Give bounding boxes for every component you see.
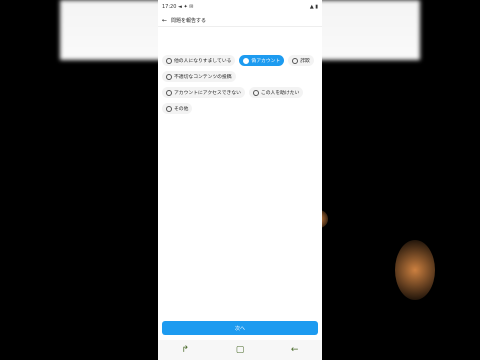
report-option[interactable]: 偽アカウント [239, 55, 285, 66]
home-icon[interactable]: ▢ [228, 345, 252, 355]
status-bar: 17:20 ◄ ✦ ✉ ▲ ▮ [158, 0, 322, 14]
report-option-label: 他の人になりすましている [174, 59, 232, 64]
report-option-label: この人を助けたい [260, 91, 300, 96]
radio-icon [166, 105, 172, 112]
radio-icon [166, 57, 172, 64]
radio-icon [292, 57, 299, 64]
report-option-label: 詐欺 [300, 59, 310, 64]
report-option-label: 不適切なコンテンツの投稿 [174, 75, 232, 80]
report-option[interactable]: アカウントにアクセスできない [162, 87, 245, 98]
radio-icon [252, 89, 259, 96]
back-arrow-icon[interactable]: ← [162, 17, 167, 24]
report-option[interactable]: その他 [162, 103, 193, 114]
notification-icon: ◄ ✦ ✉ [178, 4, 194, 10]
radio-icon [166, 73, 172, 80]
page-header: ← 問題を報告する [158, 14, 322, 27]
radio-icon [243, 57, 250, 64]
page-title: 問題を報告する [171, 17, 207, 24]
report-options: 他の人になりすましている 偽アカウント 詐欺不適切なコンテンツの投稿アカウントにアク… [158, 53, 322, 116]
back-icon[interactable]: ← [283, 345, 307, 355]
clock-text: 17:20 [162, 4, 177, 10]
report-option[interactable]: 他の人になりすましている [162, 55, 236, 66]
description-text [158, 27, 322, 53]
android-nav-bar: ↱ ▢ ← [158, 340, 322, 360]
report-option[interactable]: 不適切なコンテンツの投稿 [162, 71, 236, 82]
next-button[interactable]: 次へ [162, 321, 318, 335]
report-option[interactable]: この人を助けたい [248, 87, 304, 98]
status-time: 17:20 ◄ ✦ ✉ [162, 4, 193, 10]
report-option-label: その他 [174, 107, 189, 112]
report-option[interactable]: 詐欺 [288, 55, 314, 66]
report-option-label: 偽アカウント [251, 59, 281, 64]
report-option-label: アカウントにアクセスできない [174, 91, 241, 96]
light-glow [395, 240, 435, 300]
recent-apps-icon[interactable]: ↱ [173, 345, 197, 355]
signal-battery-icon: ▲ ▮ [309, 4, 318, 10]
phone-screen: 17:20 ◄ ✦ ✉ ▲ ▮ ← 問題を報告する 他の人になりすましている 偽ア… [158, 0, 322, 360]
radio-icon [166, 89, 172, 96]
